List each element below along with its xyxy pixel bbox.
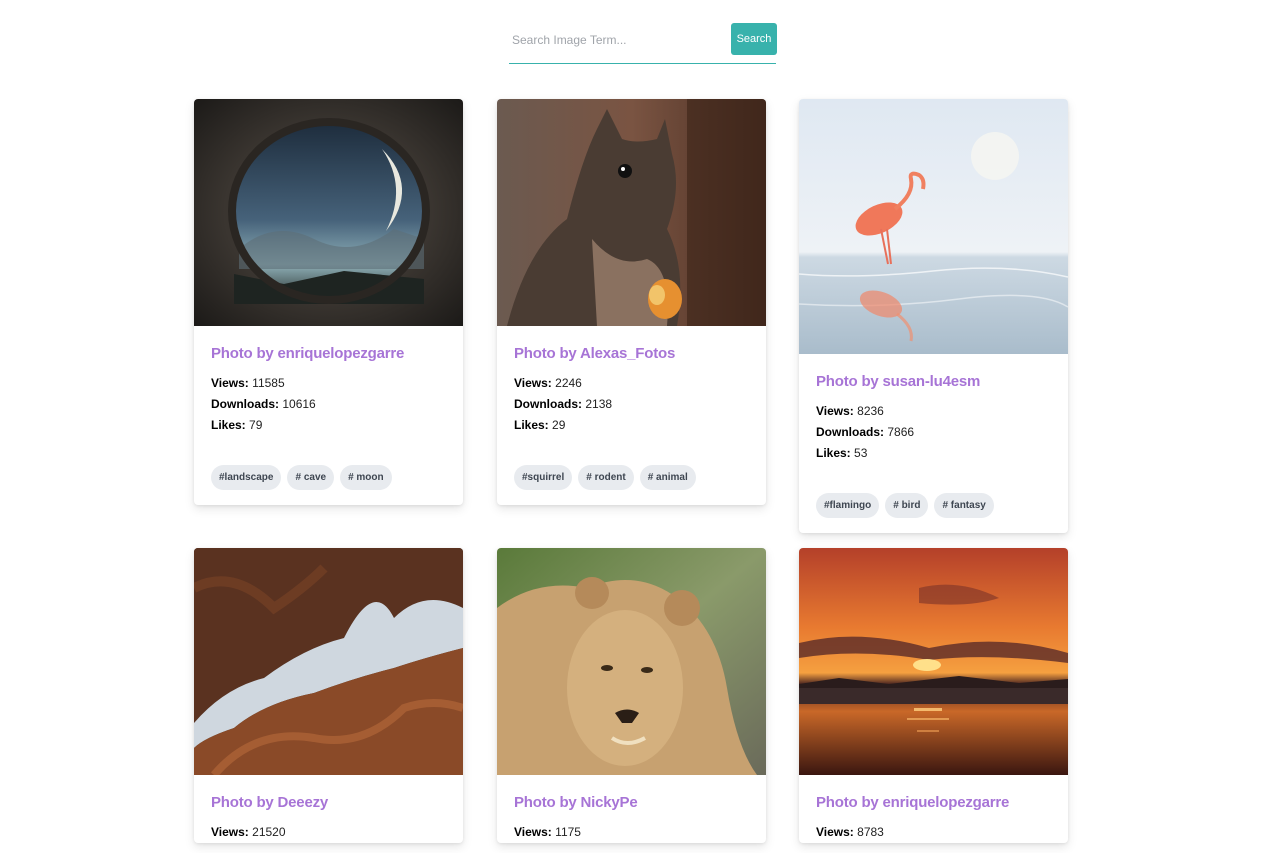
photo-stats: Views: 8783 xyxy=(816,822,1051,843)
views-label: Views: xyxy=(816,404,854,418)
views-label: Views: xyxy=(514,825,552,839)
likes-label: Likes: xyxy=(211,418,246,432)
views-value: 8236 xyxy=(857,404,884,418)
search-form: Search xyxy=(509,22,777,64)
tag[interactable]: # moon xyxy=(340,465,392,490)
views-value: 21520 xyxy=(252,825,286,839)
photo-stats: Views: 1175 xyxy=(514,822,749,843)
downloads-label: Downloads: xyxy=(816,425,884,439)
tag[interactable]: #landscape xyxy=(211,465,282,490)
image-card: Photo by NickyPe Views: 1175 xyxy=(497,548,766,843)
photo-title: Photo by enriquelopezgarre xyxy=(816,794,1010,811)
tag-list: #landscape # cave # moon xyxy=(211,465,446,505)
photo-sunset xyxy=(799,548,1068,775)
tag[interactable]: # animal xyxy=(639,465,696,490)
tag[interactable]: #flamingo xyxy=(816,493,880,518)
image-card: Photo by Deeezy Views: 21520 xyxy=(194,548,463,843)
downloads-label: Downloads: xyxy=(514,397,582,411)
photo-title: Photo by enriquelopezgarre xyxy=(211,345,405,362)
tag-list: #flamingo # bird # fantasy xyxy=(816,493,1051,533)
image-card: Photo by enriquelopezgarre Views: 11585 … xyxy=(194,99,463,505)
views-value: 8783 xyxy=(857,825,884,839)
downloads-value: 2138 xyxy=(585,397,613,411)
search-input[interactable] xyxy=(509,24,724,56)
likes-value: 29 xyxy=(552,418,566,432)
views-label: Views: xyxy=(211,825,249,839)
likes-label: Likes: xyxy=(816,446,851,460)
photo-cave-moon xyxy=(194,99,463,326)
views-label: Views: xyxy=(211,376,249,390)
views-value: 11585 xyxy=(252,376,285,390)
tag[interactable]: # rodent xyxy=(578,465,634,490)
image-card: Photo by susan-lu4esm Views: 8236 Downlo… xyxy=(799,99,1068,533)
photo-stats: Views: 21520 xyxy=(211,822,446,843)
photo-flamingo xyxy=(799,99,1068,354)
views-value: 1175 xyxy=(555,825,581,839)
photo-lioness xyxy=(497,548,766,775)
tag[interactable]: # cave xyxy=(287,465,335,490)
tag[interactable]: # bird xyxy=(885,493,929,518)
photo-title: Photo by susan-lu4esm xyxy=(816,373,981,390)
photo-title: Photo by Alexas_Fotos xyxy=(514,345,676,362)
photo-stats: Views: 8236 Downloads: 7866 Likes: 53 xyxy=(816,401,1051,464)
photo-canyon xyxy=(194,548,463,775)
downloads-value: 10616 xyxy=(282,397,316,411)
image-card: Photo by Alexas_Fotos Views: 2246 Downlo… xyxy=(497,99,766,505)
likes-value: 79 xyxy=(249,418,263,432)
views-label: Views: xyxy=(514,376,552,390)
likes-label: Likes: xyxy=(514,418,549,432)
tag[interactable]: # fantasy xyxy=(934,493,994,518)
downloads-value: 7866 xyxy=(887,425,915,439)
photo-title: Photo by NickyPe xyxy=(514,794,638,811)
views-value: 2246 xyxy=(555,376,582,390)
photo-stats: Views: 2246 Downloads: 2138 Likes: 29 xyxy=(514,373,749,436)
search-button[interactable]: Search xyxy=(731,23,777,55)
photo-stats: Views: 11585 Downloads: 10616 Likes: 79 xyxy=(211,373,446,436)
photo-title: Photo by Deeezy xyxy=(211,794,329,811)
likes-value: 53 xyxy=(854,446,868,460)
downloads-label: Downloads: xyxy=(211,397,279,411)
image-card: Photo by enriquelopezgarre Views: 8783 xyxy=(799,548,1068,843)
photo-squirrel xyxy=(497,99,766,326)
views-label: Views: xyxy=(816,825,854,839)
tag-list: #squirrel # rodent # animal xyxy=(514,465,749,505)
tag[interactable]: #squirrel xyxy=(514,465,573,490)
